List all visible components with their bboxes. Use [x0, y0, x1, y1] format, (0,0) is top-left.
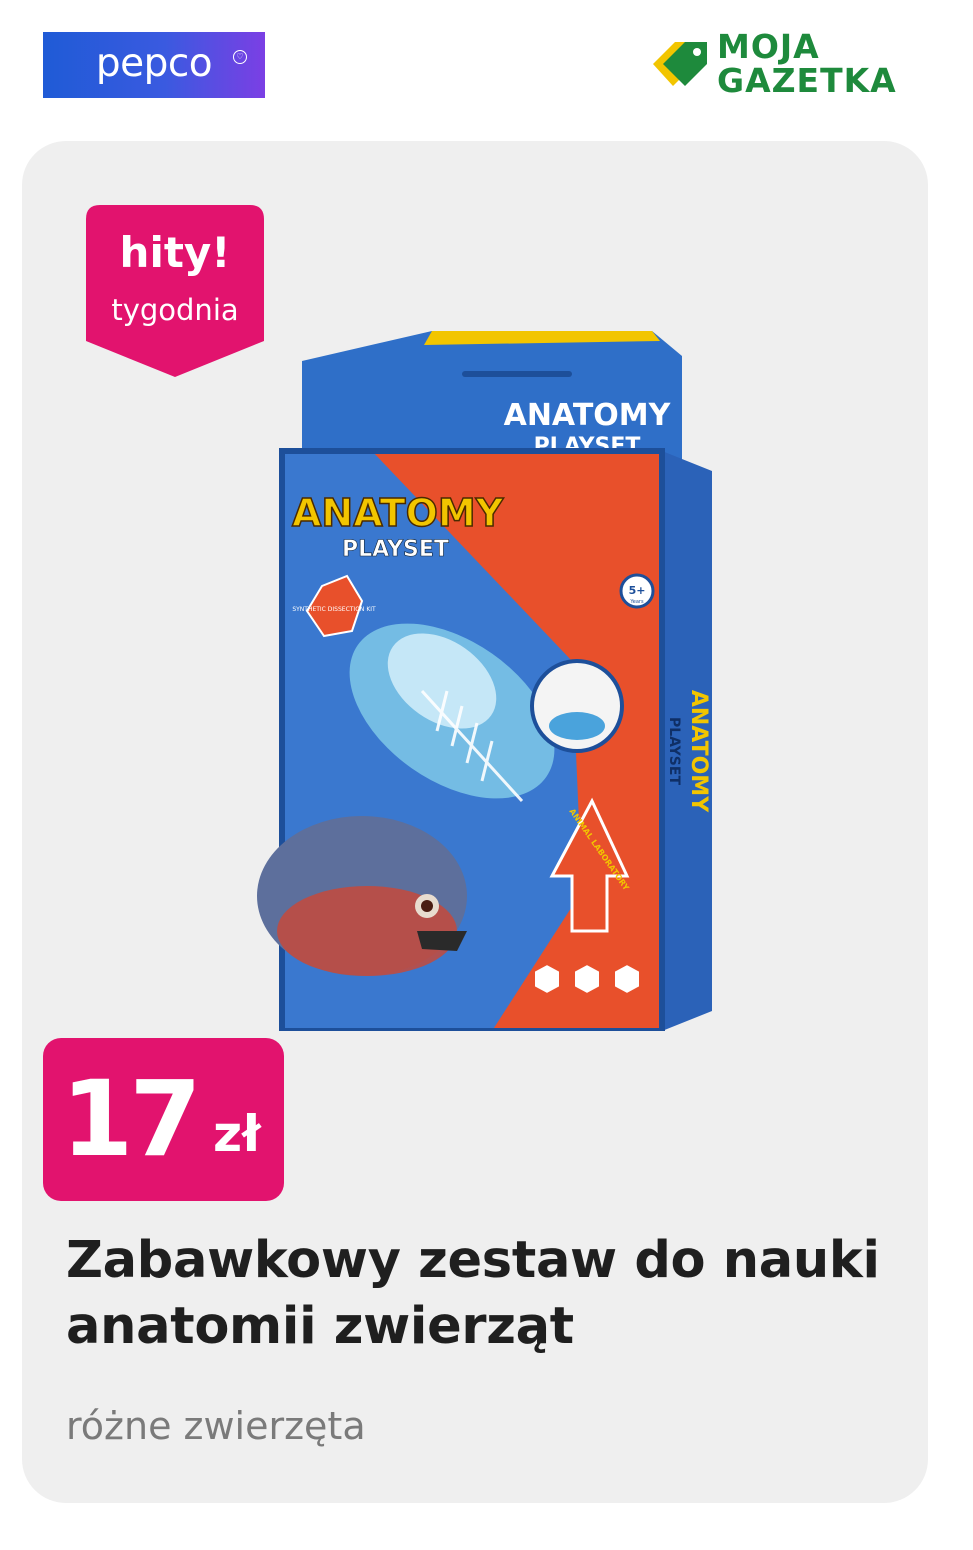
mojagazetka-logo[interactable]: MOJA GAZETKA	[645, 30, 935, 102]
badge-title: hity!	[119, 228, 231, 277]
package-side-title: ANATOMY	[686, 690, 711, 813]
package-front-subtitle: PLAYSET	[342, 537, 449, 562]
product-subtitle: różne zwierzęta	[66, 1404, 366, 1448]
package-top-title: ANATOMY	[504, 398, 672, 433]
mojagazetka-line1: MOJA	[717, 27, 820, 66]
hity-tygodnia-badge: hity! tygodnia	[86, 205, 264, 377]
age-badge-text: 5+	[629, 584, 646, 597]
product-title: Zabawkowy zestaw do nauki anatomii zwier…	[66, 1231, 880, 1356]
hanger-hole	[462, 371, 572, 377]
heart-organ-icon	[613, 962, 641, 996]
age-badge-sub: Years	[629, 599, 644, 605]
price-amount: 17	[61, 1058, 202, 1180]
heart-icon: ♡	[233, 50, 247, 64]
bottom-icons	[533, 962, 641, 996]
price-tag: 17 zł	[43, 1038, 284, 1201]
pepco-logo[interactable]: pepco ♡	[43, 32, 265, 98]
mojagazetka-line2: GAZETKA	[717, 61, 897, 100]
product-card[interactable]: hity! tygodnia ANATOMY PLAYSET ANATOMY P…	[22, 141, 928, 1503]
package-side-subtitle: PLAYSET	[666, 717, 682, 785]
pepco-logo-text: pepco	[95, 40, 213, 86]
price-tag-icon	[653, 42, 707, 86]
price-currency: zł	[213, 1105, 261, 1163]
mojagazetka-wordmark: MOJA GAZETKA	[717, 30, 897, 98]
package-front-title: ANATOMY	[292, 491, 504, 535]
sticker-text: SYNTHETIC DISSECTION KIT	[292, 606, 376, 613]
product-image[interactable]: ANATOMY PLAYSET ANATOMY PLAYSET ANATOMY …	[252, 331, 712, 1031]
flask-icon	[533, 962, 561, 996]
badge-subtitle: tygodnia	[111, 293, 239, 327]
fish-bone-icon	[573, 962, 601, 996]
